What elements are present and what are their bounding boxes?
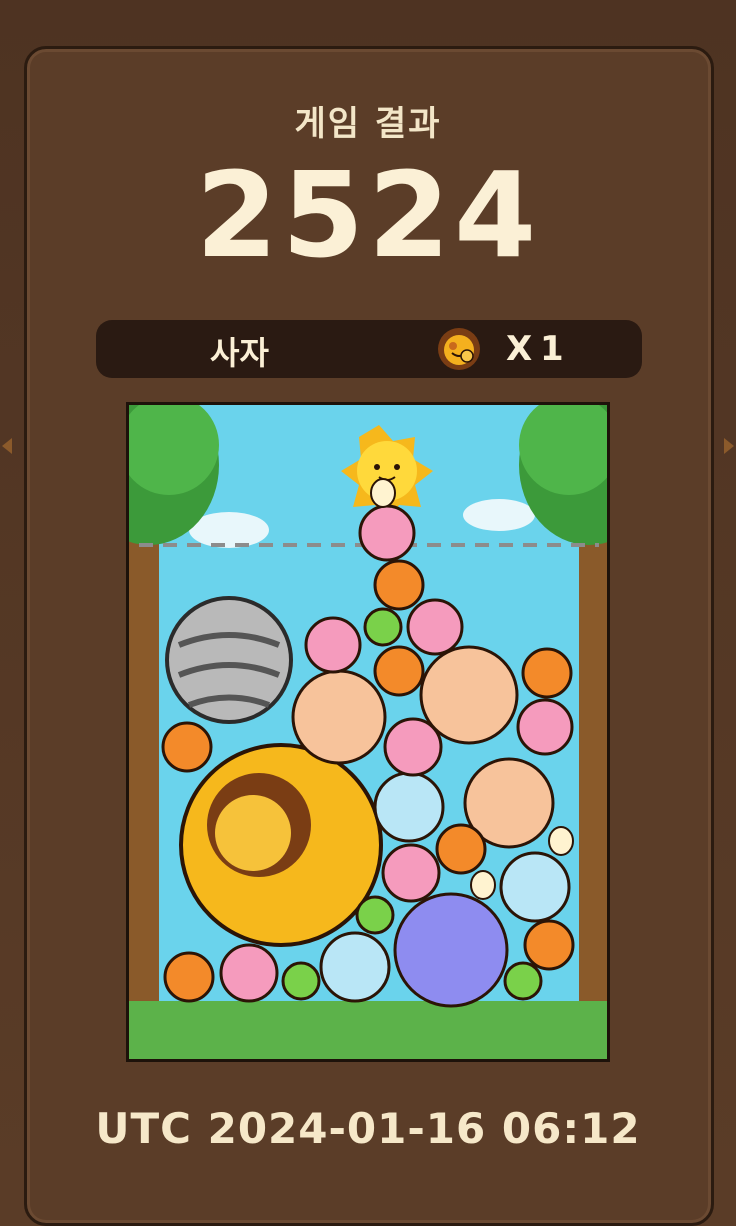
cat-icon xyxy=(319,931,391,1003)
game-timestamp: UTC 2024-01-16 06:12 xyxy=(95,1104,641,1153)
hippo-icon xyxy=(393,892,509,1008)
pig-icon xyxy=(383,717,443,777)
left-edge-marker xyxy=(2,438,12,454)
egg-icon xyxy=(548,826,574,856)
fox-icon xyxy=(163,951,215,1003)
lion-icon xyxy=(438,328,480,370)
pig-icon xyxy=(516,698,574,756)
pig-icon xyxy=(358,504,416,562)
result-title: 게임 결과 xyxy=(294,104,442,144)
tree-trunk-left xyxy=(129,525,159,1005)
fox-icon xyxy=(521,647,573,699)
fox-icon xyxy=(373,559,425,611)
frog-icon xyxy=(281,961,321,1001)
pig-icon xyxy=(219,943,279,1003)
frog-icon xyxy=(503,961,543,1001)
tree-trunk-right xyxy=(579,525,607,1005)
animal-count: 1 xyxy=(540,329,564,369)
fox-icon xyxy=(523,919,575,971)
frog-icon xyxy=(355,895,395,935)
cat-icon xyxy=(499,851,571,923)
pig-icon xyxy=(304,616,362,674)
zebra-icon xyxy=(165,596,293,724)
pig-icon xyxy=(381,843,441,903)
frog-icon xyxy=(363,607,403,647)
top-animal-name: 사자 xyxy=(210,334,269,372)
game-board-snapshot xyxy=(126,402,610,1062)
egg-icon xyxy=(370,478,396,508)
cloud xyxy=(463,499,535,531)
cat-icon xyxy=(373,771,445,843)
egg-icon xyxy=(470,870,496,900)
fox-icon xyxy=(435,823,487,875)
grass xyxy=(129,1001,607,1059)
hamster-icon xyxy=(291,669,387,765)
top-animal-bar: 사자 X 1 xyxy=(96,320,642,378)
fox-icon xyxy=(373,645,425,697)
lion-icon xyxy=(179,743,383,947)
right-edge-marker xyxy=(724,438,734,454)
fox-icon xyxy=(161,721,213,773)
count-prefix: X xyxy=(506,329,533,369)
pig-icon xyxy=(406,598,464,656)
final-score: 2524 xyxy=(195,146,541,284)
